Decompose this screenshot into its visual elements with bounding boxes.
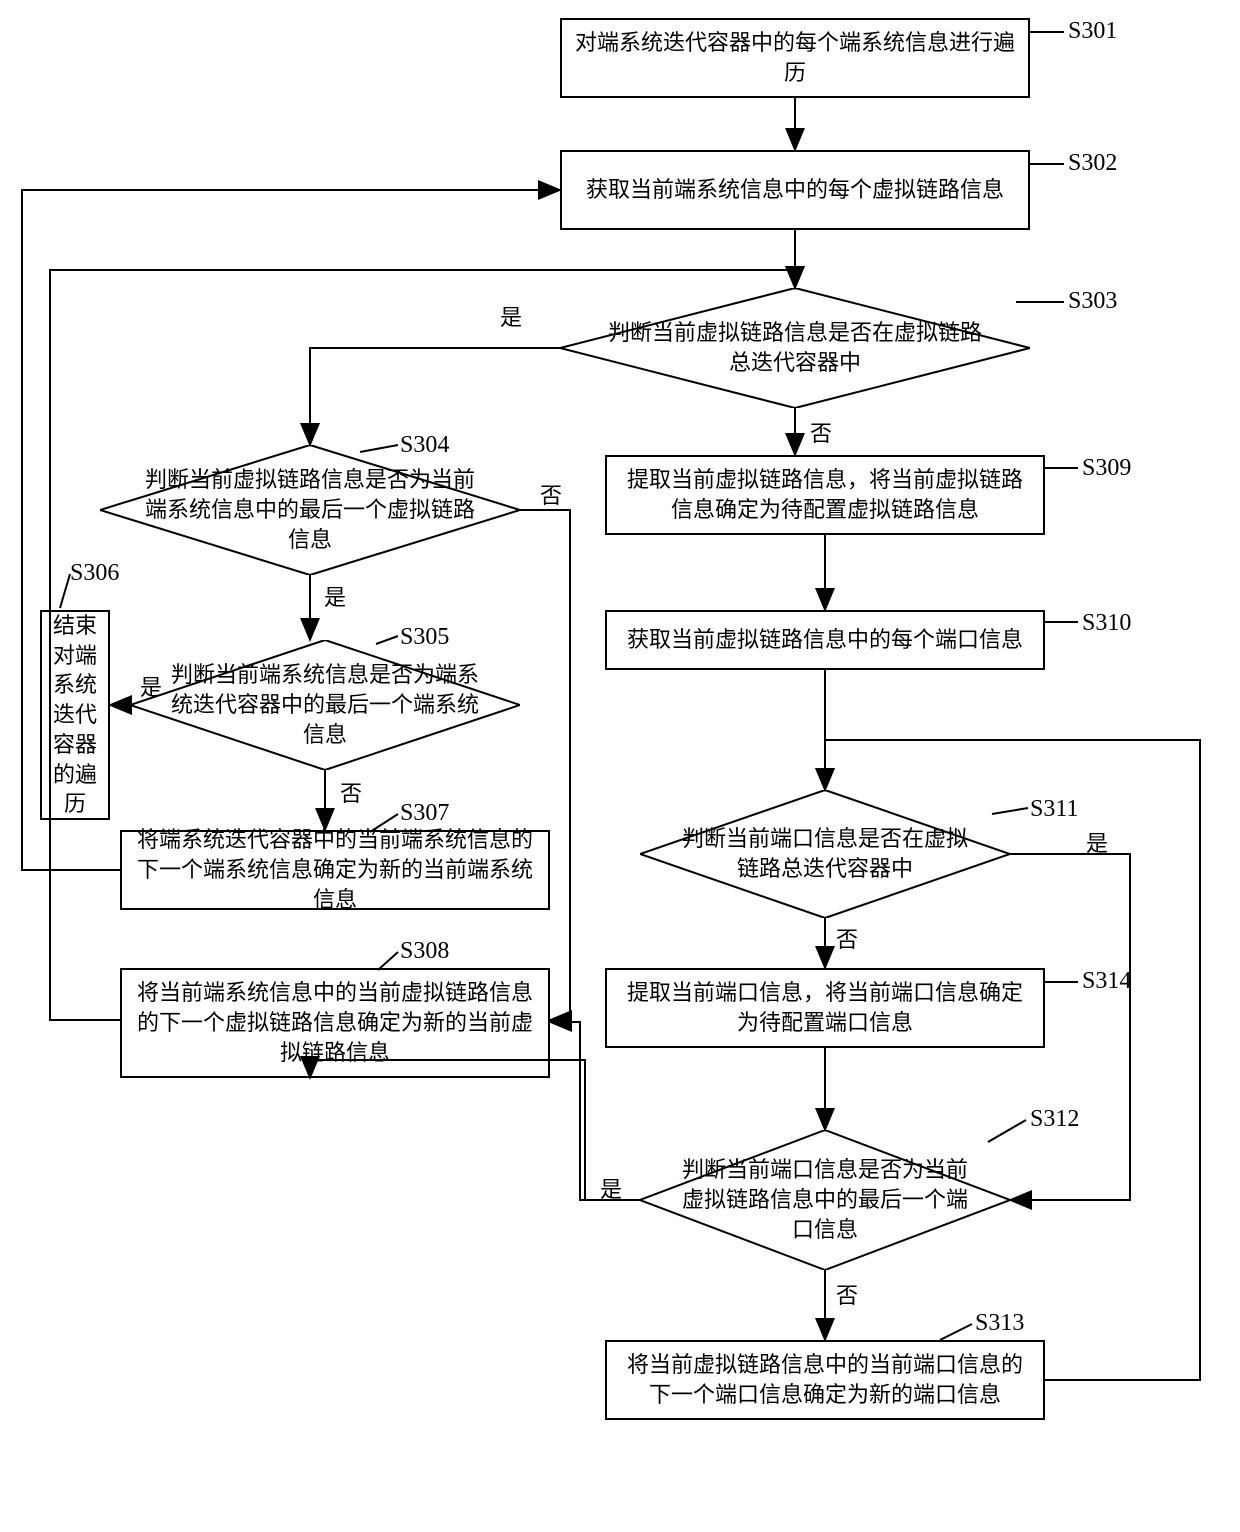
step-text: 将端系统迭代容器中的当前端系统信息的下一个端系统信息确定为新的当前端系统信息 [134,825,536,914]
step-s308: 将当前端系统信息中的当前虚拟链路信息的下一个虚拟链路信息确定为新的当前虚拟链路信… [120,968,550,1078]
edge-no: 否 [836,922,858,954]
label-s308: S308 [400,938,449,965]
decision-text: 判断当前端系统信息是否为端系统迭代容器中的最后一个端系统信息 [170,660,480,749]
decision-s311: 判断当前端口信息是否在虚拟链路总迭代容器中 [640,790,1010,918]
step-text: 获取当前虚拟链路信息中的每个端口信息 [627,625,1023,655]
step-s301: 对端系统迭代容器中的每个端系统信息进行遍历 [560,18,1030,98]
label-s313: S313 [975,1310,1024,1337]
step-text: 获取当前端系统信息中的每个虚拟链路信息 [586,175,1004,205]
step-s313: 将当前虚拟链路信息中的当前端口信息的下一个端口信息确定为新的端口信息 [605,1340,1045,1420]
step-text: 对端系统迭代容器中的每个端系统信息进行遍历 [574,28,1016,87]
decision-text: 判断当前端口信息是否为当前虚拟链路信息中的最后一个端口信息 [680,1155,970,1244]
decision-text: 判断当前端口信息是否在虚拟链路总迭代容器中 [680,824,970,883]
step-text: 提取当前虚拟链路信息，将当前虚拟链路信息确定为待配置虚拟链路信息 [619,465,1031,524]
decision-s304: 判断当前虚拟链路信息是否为当前端系统信息中的最后一个虚拟链路信息 [100,445,520,575]
step-s310: 获取当前虚拟链路信息中的每个端口信息 [605,610,1045,670]
label-s311: S311 [1030,796,1078,823]
label-s304: S304 [400,432,449,459]
edge-no: 否 [340,776,362,808]
step-text: 结束对端系统迭代容器的遍历 [48,611,102,819]
label-s309: S309 [1082,455,1131,482]
step-text: 将当前端系统信息中的当前虚拟链路信息的下一个虚拟链路信息确定为新的当前虚拟链路信… [134,978,536,1067]
edge-no: 否 [540,478,562,510]
step-s309: 提取当前虚拟链路信息，将当前虚拟链路信息确定为待配置虚拟链路信息 [605,455,1045,535]
label-s303: S303 [1068,288,1117,315]
decision-text: 判断当前虚拟链路信息是否在虚拟链路总迭代容器中 [600,318,990,377]
decision-s312: 判断当前端口信息是否为当前虚拟链路信息中的最后一个端口信息 [640,1130,1010,1270]
edge-yes: 是 [324,580,346,612]
edge-yes: 是 [500,300,522,332]
label-s314: S314 [1082,968,1131,995]
label-s310: S310 [1082,610,1131,637]
label-s301: S301 [1068,18,1117,45]
edge-no: 否 [836,1278,858,1310]
decision-text: 判断当前虚拟链路信息是否为当前端系统信息中的最后一个虚拟链路信息 [140,465,480,554]
step-s307: 将端系统迭代容器中的当前端系统信息的下一个端系统信息确定为新的当前端系统信息 [120,830,550,910]
decision-s305: 判断当前端系统信息是否为端系统迭代容器中的最后一个端系统信息 [130,640,520,770]
step-s302: 获取当前端系统信息中的每个虚拟链路信息 [560,150,1030,230]
edge-yes: 是 [1086,826,1108,858]
step-text: 将当前虚拟链路信息中的当前端口信息的下一个端口信息确定为新的端口信息 [619,1350,1031,1409]
label-s312: S312 [1030,1106,1079,1133]
step-text: 提取当前端口信息，将当前端口信息确定为待配置端口信息 [619,978,1031,1037]
label-s305: S305 [400,624,449,651]
label-s306: S306 [70,560,119,587]
label-s307: S307 [400,800,449,827]
step-s306: 结束对端系统迭代容器的遍历 [40,610,110,820]
edge-no: 否 [810,416,832,448]
edge-yes: 是 [600,1172,622,1204]
step-s314: 提取当前端口信息，将当前端口信息确定为待配置端口信息 [605,968,1045,1048]
decision-s303: 判断当前虚拟链路信息是否在虚拟链路总迭代容器中 [560,288,1030,408]
label-s302: S302 [1068,150,1117,177]
